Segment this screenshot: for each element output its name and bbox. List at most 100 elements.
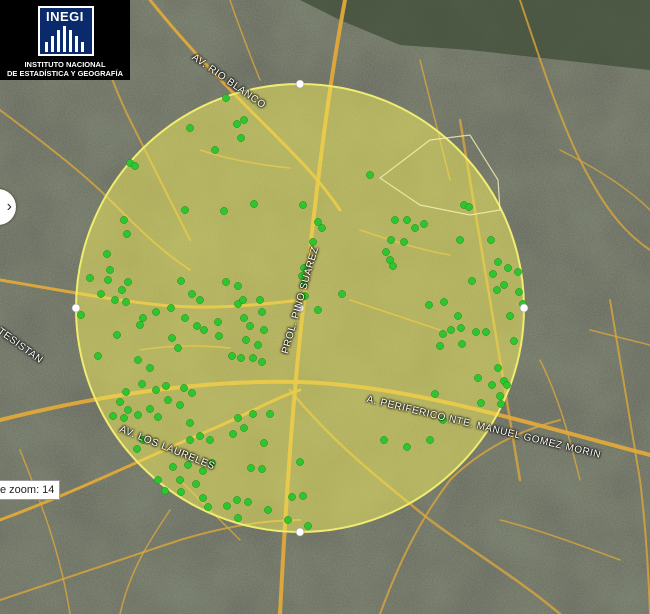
map-point[interactable] xyxy=(454,312,462,320)
map-point[interactable] xyxy=(154,476,162,484)
map-point[interactable] xyxy=(234,514,242,522)
map-point[interactable] xyxy=(425,301,433,309)
map-point[interactable] xyxy=(500,281,508,289)
map-point[interactable] xyxy=(477,399,485,407)
map-point[interactable] xyxy=(314,306,322,314)
map-point[interactable] xyxy=(456,236,464,244)
map-point[interactable] xyxy=(439,330,447,338)
map-point[interactable] xyxy=(254,341,262,349)
map-point[interactable] xyxy=(228,352,236,360)
map-point[interactable] xyxy=(146,364,154,372)
map-point[interactable] xyxy=(176,401,184,409)
map-point[interactable] xyxy=(389,262,397,270)
map-point[interactable] xyxy=(242,336,250,344)
map-point[interactable] xyxy=(168,334,176,342)
map-point[interactable] xyxy=(256,296,264,304)
map-point[interactable] xyxy=(161,487,169,495)
map-point[interactable] xyxy=(188,290,196,298)
map-point[interactable] xyxy=(240,314,248,322)
map-point[interactable] xyxy=(382,248,390,256)
map-point[interactable] xyxy=(193,322,201,330)
map-point[interactable] xyxy=(164,396,172,404)
map-point[interactable] xyxy=(134,411,142,419)
map-point[interactable] xyxy=(120,414,128,422)
map-point[interactable] xyxy=(234,282,242,290)
map-point[interactable] xyxy=(206,436,214,444)
map-point[interactable] xyxy=(426,436,434,444)
map-point[interactable] xyxy=(229,430,237,438)
map-point[interactable] xyxy=(264,506,272,514)
map-point[interactable] xyxy=(167,304,175,312)
map-point[interactable] xyxy=(120,216,128,224)
map-point[interactable] xyxy=(260,439,268,447)
map-point[interactable] xyxy=(494,258,502,266)
map-point[interactable] xyxy=(152,386,160,394)
map-point[interactable] xyxy=(215,332,223,340)
map-point[interactable] xyxy=(506,312,514,320)
map-point[interactable] xyxy=(200,326,208,334)
map-point[interactable] xyxy=(488,381,496,389)
map-point[interactable] xyxy=(288,493,296,501)
map-point[interactable] xyxy=(487,236,495,244)
map-point[interactable] xyxy=(222,278,230,286)
map-point[interactable] xyxy=(380,436,388,444)
map-point[interactable] xyxy=(104,276,112,284)
map-point[interactable] xyxy=(111,296,119,304)
map-canvas[interactable] xyxy=(0,0,650,614)
map-point[interactable] xyxy=(474,374,482,382)
map-point[interactable] xyxy=(504,264,512,272)
map-point[interactable] xyxy=(458,340,466,348)
map-point[interactable] xyxy=(113,331,121,339)
map-point[interactable] xyxy=(222,94,230,102)
map-point[interactable] xyxy=(266,410,274,418)
map-point[interactable] xyxy=(494,364,502,372)
map-point[interactable] xyxy=(77,311,85,319)
map-point[interactable] xyxy=(109,412,117,420)
map-point[interactable] xyxy=(122,388,130,396)
map-point[interactable] xyxy=(138,380,146,388)
map-point[interactable] xyxy=(249,410,257,418)
map-point[interactable] xyxy=(237,354,245,362)
map-point[interactable] xyxy=(94,352,102,360)
map-point[interactable] xyxy=(214,318,222,326)
buffer-handle-n[interactable] xyxy=(295,79,305,89)
map-point[interactable] xyxy=(116,398,124,406)
map-point[interactable] xyxy=(122,298,130,306)
map-point[interactable] xyxy=(258,465,266,473)
map-point[interactable] xyxy=(447,326,455,334)
map-point[interactable] xyxy=(403,216,411,224)
map-point[interactable] xyxy=(420,220,428,228)
map-point[interactable] xyxy=(250,200,258,208)
map-point[interactable] xyxy=(510,337,518,345)
map-point[interactable] xyxy=(403,443,411,451)
map-point[interactable] xyxy=(220,207,228,215)
map-view[interactable]: AV. RIO BLANCO PROL. PINO SUAREZ A. PERI… xyxy=(0,0,650,614)
map-point[interactable] xyxy=(192,480,200,488)
map-point[interactable] xyxy=(299,201,307,209)
map-point[interactable] xyxy=(233,496,241,504)
map-point[interactable] xyxy=(247,464,255,472)
map-point[interactable] xyxy=(244,498,252,506)
map-point[interactable] xyxy=(176,476,184,484)
map-point[interactable] xyxy=(196,432,204,440)
map-point[interactable] xyxy=(154,413,162,421)
map-point[interactable] xyxy=(338,290,346,298)
map-point[interactable] xyxy=(177,277,185,285)
map-point[interactable] xyxy=(431,390,439,398)
map-point[interactable] xyxy=(103,250,111,258)
map-point[interactable] xyxy=(366,171,374,179)
map-point[interactable] xyxy=(299,492,307,500)
map-point[interactable] xyxy=(240,424,248,432)
map-point[interactable] xyxy=(118,286,126,294)
map-point[interactable] xyxy=(106,266,114,274)
map-point[interactable] xyxy=(196,296,204,304)
map-point[interactable] xyxy=(468,277,476,285)
map-point[interactable] xyxy=(181,314,189,322)
map-point[interactable] xyxy=(489,270,497,278)
buffer-handle-s[interactable] xyxy=(295,527,305,537)
map-point[interactable] xyxy=(162,382,170,390)
map-point[interactable] xyxy=(186,419,194,427)
map-point[interactable] xyxy=(146,405,154,413)
map-point[interactable] xyxy=(400,238,408,246)
map-point[interactable] xyxy=(304,522,312,530)
